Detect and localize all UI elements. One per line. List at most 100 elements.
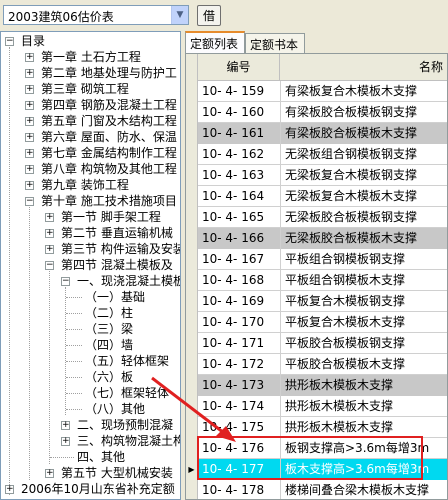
- quota-library-select[interactable]: 2003建筑06估价表 ▼: [3, 5, 189, 25]
- expand-icon[interactable]: +: [45, 245, 54, 254]
- row-name[interactable]: 无梁板复合木模板木支撑: [281, 186, 447, 207]
- row-code[interactable]: 10- 4- 174: [198, 396, 281, 417]
- table-row[interactable]: 10- 4- 170 平板复合木模板木支撑: [186, 312, 447, 333]
- table-row[interactable]: 10- 4- 171 平板胶合板模板钢支撑: [186, 333, 447, 354]
- row-code[interactable]: 10- 4- 161: [198, 123, 281, 144]
- row-code[interactable]: 10- 4- 175: [198, 417, 281, 438]
- row-name[interactable]: 无梁板胶合板模板钢支撑: [281, 207, 447, 228]
- row-name[interactable]: 平板组合钢模板钢支撑: [281, 249, 447, 270]
- row-name[interactable]: 无梁板组合钢模板钢支撑: [281, 144, 447, 165]
- tree-item-light-frame[interactable]: （五）轻体框架: [85, 353, 169, 369]
- tree-section-4[interactable]: 第四节 混凝土模板及: [61, 257, 173, 273]
- tree-item-other[interactable]: （八）其他: [85, 401, 145, 417]
- chevron-down-icon[interactable]: ▼: [171, 6, 188, 24]
- tree-section-3[interactable]: 第三节 构件运输及安装: [61, 241, 180, 257]
- tree-section-5[interactable]: 第五节 大型机械安装: [61, 465, 173, 481]
- row-name[interactable]: 平板胶合板模板钢支撑: [281, 333, 447, 354]
- table-row[interactable]: 10- 4- 178 楼梯间叠合梁木模板木支撑: [186, 480, 447, 499]
- tree-chapter-5[interactable]: 第五章 门窗及木结构工程: [41, 113, 177, 129]
- table-row[interactable]: 10- 4- 164 无梁板复合木模板木支撑: [186, 186, 447, 207]
- table-row-current[interactable]: ▶ 10- 4- 177 板木支撑高>3.6m每增3m: [186, 459, 447, 480]
- row-name[interactable]: 有梁板胶合板模板钢支撑: [281, 102, 447, 123]
- expand-icon[interactable]: +: [45, 229, 54, 238]
- row-code[interactable]: 10- 4- 177: [198, 459, 281, 480]
- tree-section-2[interactable]: 第二节 垂直运输机械: [61, 225, 173, 241]
- row-name[interactable]: 平板复合木模板木支撑: [281, 312, 447, 333]
- row-name[interactable]: 有梁板复合木模板木支撑: [281, 81, 447, 102]
- tree-chapter-7[interactable]: 第七章 金属结构制作工程: [41, 145, 177, 161]
- tree-chapter-10[interactable]: 第十章 施工技术措施项目: [41, 193, 177, 209]
- expand-icon[interactable]: +: [25, 85, 34, 94]
- row-name[interactable]: 平板组合钢模板木支撑: [281, 270, 447, 291]
- table-row[interactable]: 10- 4- 167 平板组合钢模板钢支撑: [186, 249, 447, 270]
- tree-subsection-3[interactable]: 三、构筑物混凝土构: [77, 433, 180, 449]
- header-code[interactable]: 编号: [198, 54, 280, 81]
- row-code[interactable]: 10- 4- 169: [198, 291, 281, 312]
- table-row[interactable]: 10- 4- 162 无梁板组合钢模板钢支撑: [186, 144, 447, 165]
- collapse-icon[interactable]: −: [25, 197, 34, 206]
- tree-item-column[interactable]: （二）柱: [85, 305, 133, 321]
- row-code[interactable]: 10- 4- 168: [198, 270, 281, 291]
- tree-supplement[interactable]: 2006年10月山东省补充定额: [21, 481, 175, 497]
- row-name[interactable]: 有梁板胶合板模板木支撑: [281, 123, 447, 144]
- expand-icon[interactable]: +: [45, 469, 54, 478]
- borrow-button[interactable]: 借: [197, 5, 221, 26]
- row-code[interactable]: 10- 4- 166: [198, 228, 281, 249]
- expand-icon[interactable]: +: [25, 133, 34, 142]
- row-code[interactable]: 10- 4- 173: [198, 375, 281, 396]
- row-code[interactable]: 10- 4- 160: [198, 102, 281, 123]
- row-name[interactable]: 无梁板胶合板模板木支撑: [281, 228, 447, 249]
- row-name[interactable]: 平板胶合板模板木支撑: [281, 354, 447, 375]
- tree-chapter-3[interactable]: 第三章 砌筑工程: [41, 81, 129, 97]
- row-name[interactable]: 平板复合木模板钢支撑: [281, 291, 447, 312]
- row-code[interactable]: 10- 4- 172: [198, 354, 281, 375]
- row-code[interactable]: 10- 4- 163: [198, 165, 281, 186]
- row-code[interactable]: 10- 4- 165: [198, 207, 281, 228]
- expand-icon[interactable]: +: [61, 421, 70, 430]
- row-name[interactable]: 板钢支撑高>3.6m每增3m: [281, 438, 447, 459]
- header-name[interactable]: 名称: [281, 54, 447, 81]
- tree-chapter-8[interactable]: 第八章 构筑物及其他工程: [41, 161, 177, 177]
- tree-chapter-4[interactable]: 第四章 钢筋及混凝土工程: [41, 97, 177, 113]
- table-row[interactable]: 10- 4- 163 无梁板复合木模板钢支撑: [186, 165, 447, 186]
- tree-item-beam[interactable]: （三）梁: [85, 321, 133, 337]
- row-code[interactable]: 10- 4- 170: [198, 312, 281, 333]
- row-code[interactable]: 10- 4- 176: [198, 438, 281, 459]
- expand-icon[interactable]: +: [25, 53, 34, 62]
- expand-icon[interactable]: +: [25, 117, 34, 126]
- table-row[interactable]: 10- 4- 175 拱形板木模板木支撑: [186, 417, 447, 438]
- tree-chapter-1[interactable]: 第一章 土石方工程: [41, 49, 141, 65]
- table-row[interactable]: 10- 4- 176 板钢支撑高>3.6m每增3m: [186, 438, 447, 459]
- quota-grid[interactable]: 编号 名称 10- 4- 159 有梁板复合木模板木支撑 10- 4- 160 有梁…: [185, 53, 448, 500]
- row-name[interactable]: 无梁板复合木模板钢支撑: [281, 165, 447, 186]
- row-name[interactable]: 拱形板木模板木支撑: [281, 417, 447, 438]
- table-row[interactable]: 10- 4- 172 平板胶合板模板木支撑: [186, 354, 447, 375]
- tree-section-1[interactable]: 第一节 脚手架工程: [61, 209, 161, 225]
- tree-root[interactable]: 目录: [21, 33, 45, 49]
- table-row[interactable]: 10- 4- 168 平板组合钢模板木支撑: [186, 270, 447, 291]
- table-row[interactable]: 10- 4- 174 拱形板木模板木支撑: [186, 396, 447, 417]
- expand-icon[interactable]: +: [25, 181, 34, 190]
- row-name[interactable]: 拱形板木模板木支撑: [281, 375, 447, 396]
- expand-icon[interactable]: +: [5, 485, 14, 494]
- row-code[interactable]: 10- 4- 178: [198, 480, 281, 499]
- collapse-icon[interactable]: −: [5, 37, 14, 46]
- tree-subsection-4[interactable]: 四、其他: [77, 449, 125, 465]
- row-name[interactable]: 拱形板木模板木支撑: [281, 396, 447, 417]
- expand-icon[interactable]: +: [45, 213, 54, 222]
- tree-subsection-1[interactable]: 一、现浇混凝土模板: [77, 273, 180, 289]
- table-row[interactable]: 10- 4- 169 平板复合木模板钢支撑: [186, 291, 447, 312]
- tree-chapter-2[interactable]: 第二章 地基处理与防护工: [41, 65, 177, 81]
- row-code[interactable]: 10- 4- 164: [198, 186, 281, 207]
- row-code[interactable]: 10- 4- 171: [198, 333, 281, 354]
- tree-item-frame-light[interactable]: （七）框架轻体: [85, 385, 169, 401]
- tree-subsection-2[interactable]: 二、现场预制混凝: [77, 417, 173, 433]
- tree-chapter-6[interactable]: 第六章 屋面、防水、保温: [41, 129, 177, 145]
- table-row[interactable]: 10- 4- 161 有梁板胶合板模板木支撑: [186, 123, 447, 144]
- expand-icon[interactable]: +: [61, 437, 70, 446]
- tree-item-foundation[interactable]: （一）基础: [85, 289, 145, 305]
- expand-icon[interactable]: +: [25, 101, 34, 110]
- row-code[interactable]: 10- 4- 162: [198, 144, 281, 165]
- table-row[interactable]: 10- 4- 173 拱形板木模板木支撑: [186, 375, 447, 396]
- tab-quota-book[interactable]: 定额书本: [245, 33, 305, 53]
